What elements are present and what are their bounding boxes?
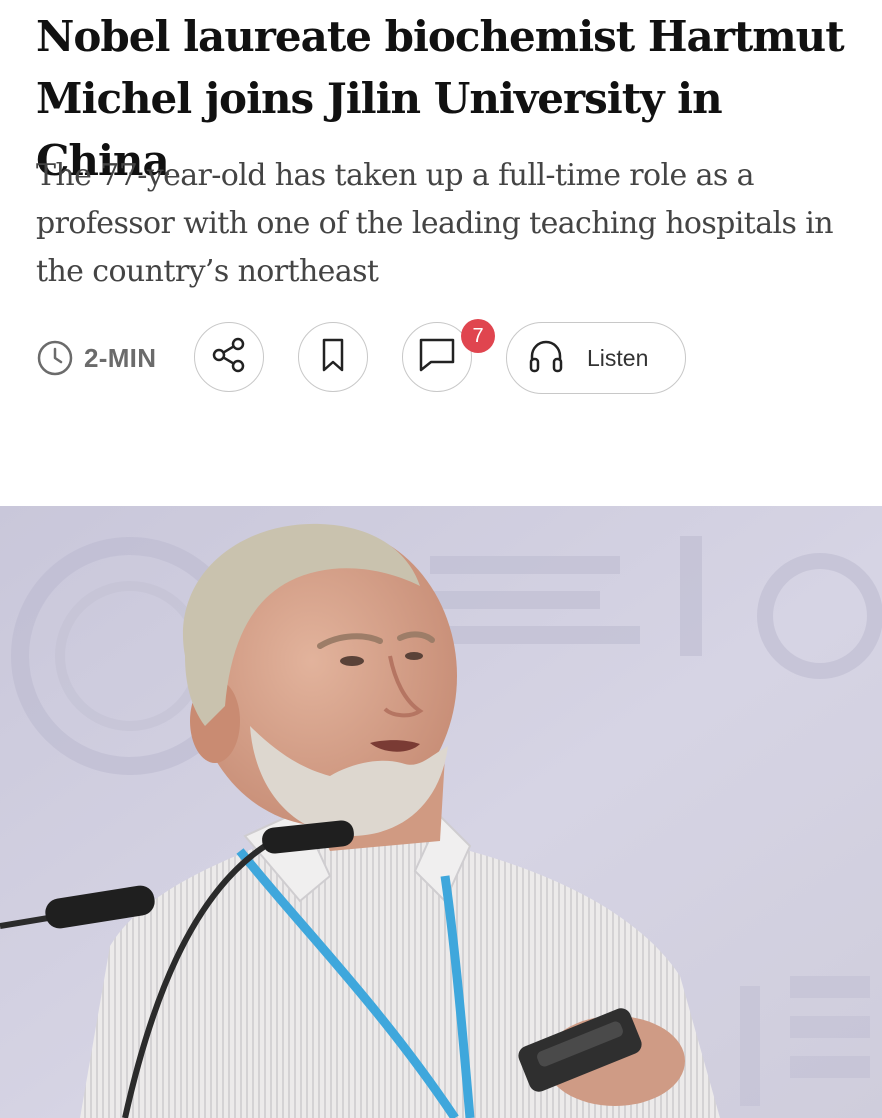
read-time: 2-MIN [36, 339, 156, 377]
article-toolbar: 2-MIN 7 Listen [36, 319, 876, 394]
clock-icon [36, 339, 74, 377]
bookmark-button[interactable] [298, 322, 368, 392]
bookmark-icon [314, 336, 352, 379]
comment-icon [417, 336, 457, 379]
share-button[interactable] [194, 322, 264, 392]
listen-label: Listen [587, 344, 649, 371]
comment-count-badge: 7 [461, 319, 495, 353]
read-time-label: 2-MIN [84, 342, 157, 373]
comments-button[interactable]: 7 [402, 319, 495, 392]
listen-button[interactable]: Listen [506, 322, 686, 394]
speaker-photo [0, 506, 882, 1118]
share-icon [210, 336, 248, 379]
article-subheadline: The 77-year-old has taken up a full-time… [36, 158, 834, 289]
headphones-icon [527, 337, 565, 380]
article-hero-photo [0, 506, 882, 1118]
